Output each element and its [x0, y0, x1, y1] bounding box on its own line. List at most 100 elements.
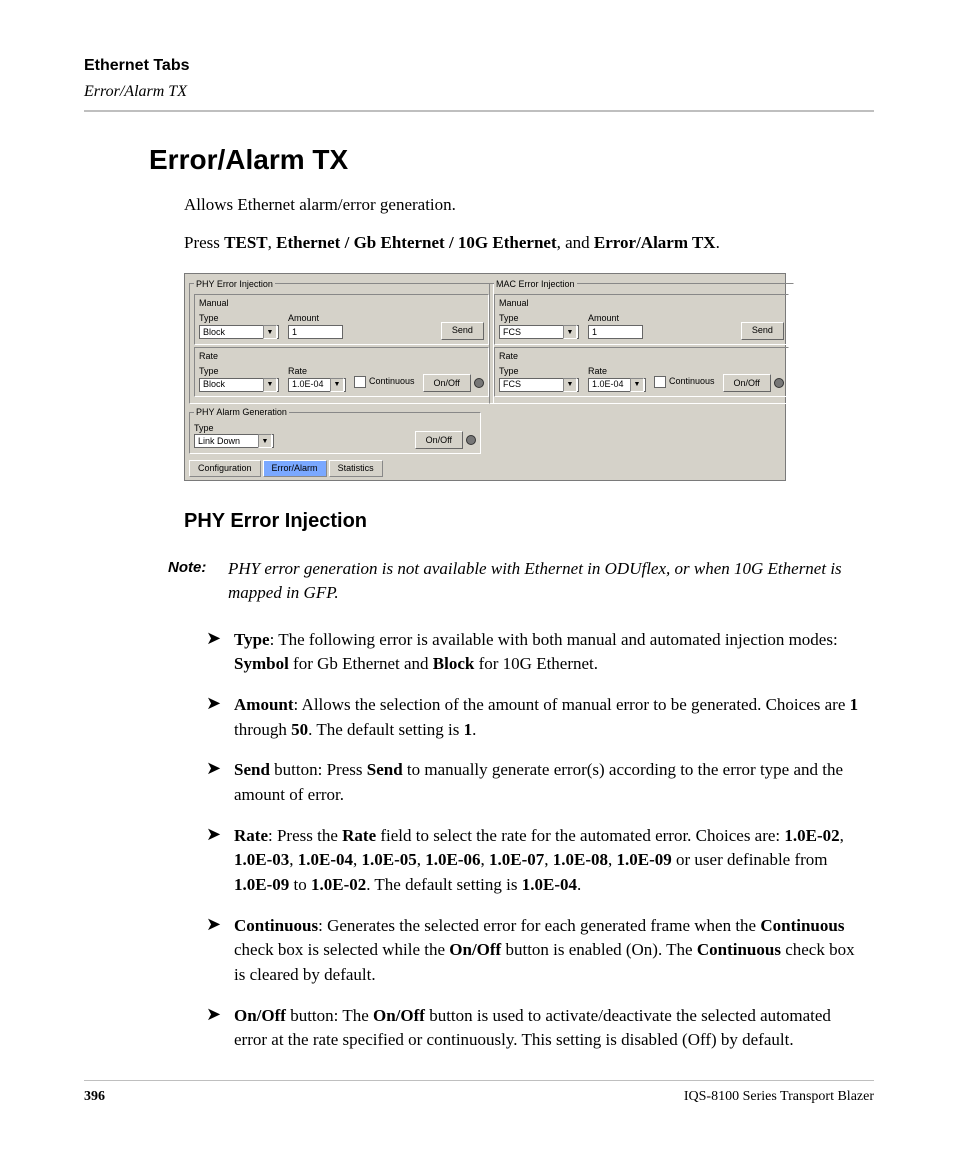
kw: Symbol: [234, 654, 289, 673]
kw: 1.0E-05: [362, 850, 417, 869]
mac-rate-type-select[interactable]: FCS ▼: [499, 378, 579, 392]
kw: 1.0E-09: [234, 875, 289, 894]
mac-error-injection-legend: MAC Error Injection: [494, 278, 577, 291]
ui-screenshot-panel: PHY Error Injection Manual Type Block ▼: [184, 273, 786, 481]
txt: button: The: [286, 1006, 373, 1025]
txt: ,: [544, 850, 553, 869]
mac-manual-send-button[interactable]: Send: [741, 322, 784, 340]
kw: Continuous: [760, 916, 844, 935]
txt: ,: [417, 850, 426, 869]
phy-rate-rate-select[interactable]: 1.0E-04 ▼: [288, 378, 346, 392]
txt: : The following error is available with …: [270, 630, 838, 649]
mac-rate-continuous-checkbox[interactable]: Continuous: [654, 375, 715, 388]
txt: button: Press: [270, 760, 367, 779]
txt: or user definable from: [672, 850, 828, 869]
page-footer: 396 IQS-8100 Series Transport Blazer: [84, 1080, 874, 1107]
intro-text: Allows Ethernet alarm/error generation.: [184, 193, 874, 217]
status-led-icon: [474, 378, 484, 388]
header-subtitle: Error/Alarm TX: [84, 81, 874, 103]
phy-alarm-type-value: Link Down: [198, 435, 240, 448]
phy-alarm-type-select[interactable]: Link Down ▼: [194, 434, 274, 448]
nav-step-1: TEST: [224, 233, 267, 252]
txt: ,: [481, 850, 490, 869]
mac-rate-legend: Rate: [499, 350, 784, 363]
bullet-rate: ➤ Rate: Press the Rate field to select t…: [206, 824, 864, 898]
kw: 1.0E-02: [784, 826, 839, 845]
checkbox-box-icon: [354, 376, 366, 388]
txt: to: [289, 875, 311, 894]
note-label: Note:: [168, 557, 228, 606]
txt: ,: [353, 850, 362, 869]
chevron-down-icon: ▼: [263, 378, 277, 392]
mac-manual-amount-input[interactable]: 1: [588, 325, 643, 339]
note-block: Note: PHY error generation is not availa…: [168, 557, 874, 606]
phy-manual-send-button[interactable]: Send: [441, 322, 484, 340]
kw: On/Off: [373, 1006, 425, 1025]
mac-rate-type-label: Type: [499, 365, 584, 378]
phy-manual-type-select[interactable]: Block ▼: [199, 325, 279, 339]
txt: for 10G Ethernet.: [474, 654, 598, 673]
chevron-down-icon: ▼: [330, 378, 344, 392]
kw: Continuous: [697, 940, 781, 959]
mac-column: MAC Error Injection Manual Type FCS ▼: [485, 274, 785, 460]
nav-suffix: .: [716, 233, 720, 252]
kw: 1.0E-03: [234, 850, 289, 869]
phy-rate-onoff-button[interactable]: On/Off: [423, 374, 471, 392]
phy-manual-amount-label: Amount: [288, 312, 353, 325]
phy-rate-continuous-checkbox[interactable]: Continuous: [354, 375, 415, 388]
kw: On/Off: [234, 1006, 286, 1025]
phy-alarm-onoff-button[interactable]: On/Off: [415, 431, 463, 449]
kw: Rate: [234, 826, 268, 845]
kw: 1.0E-08: [553, 850, 608, 869]
kw: Send: [234, 760, 270, 779]
phy-rate-rate-value: 1.0E-04: [292, 378, 324, 391]
chevron-down-icon: ▼: [630, 378, 644, 392]
kw: Rate: [342, 826, 376, 845]
kw: On/Off: [449, 940, 501, 959]
bullet-arrow-icon: ➤: [206, 914, 234, 988]
kw: Continuous: [234, 916, 318, 935]
mac-manual-type-value: FCS: [503, 326, 521, 339]
chevron-down-icon: ▼: [563, 325, 577, 339]
nav-step-2: Ethernet / Gb Ehternet / 10G Ethernet: [276, 233, 556, 252]
txt: : Generates the selected error for each …: [318, 916, 760, 935]
phy-rate-type-select[interactable]: Block ▼: [199, 378, 279, 392]
txt: ,: [289, 850, 298, 869]
mac-manual-amount-label: Amount: [588, 312, 653, 325]
mac-rate-group: Rate Type FCS ▼ Rate: [494, 347, 789, 398]
phy-rate-type-value: Block: [203, 378, 225, 391]
chevron-down-icon: ▼: [563, 378, 577, 392]
phy-rate-type-label: Type: [199, 365, 284, 378]
phy-alarm-generation-group: PHY Alarm Generation Type Link Down ▼ On…: [189, 406, 481, 454]
running-header: Ethernet Tabs Error/Alarm TX: [84, 55, 874, 112]
kw: Block: [433, 654, 475, 673]
tab-statistics[interactable]: Statistics: [329, 460, 383, 477]
phy-manual-legend: Manual: [199, 297, 484, 310]
mac-rate-type-value: FCS: [503, 378, 521, 391]
kw: Amount: [234, 695, 294, 714]
bullet-arrow-icon: ➤: [206, 693, 234, 742]
product-name: IQS-8100 Series Transport Blazer: [684, 1087, 874, 1107]
mac-rate-onoff-button[interactable]: On/Off: [723, 374, 771, 392]
phy-column: PHY Error Injection Manual Type Block ▼: [185, 274, 485, 460]
phy-alarm-generation-legend: PHY Alarm Generation: [194, 406, 289, 419]
bullet-arrow-icon: ➤: [206, 758, 234, 807]
mac-manual-group: Manual Type FCS ▼ Amount: [494, 294, 789, 345]
phy-rate-continuous-label: Continuous: [369, 375, 415, 388]
mac-manual-type-select[interactable]: FCS ▼: [499, 325, 579, 339]
bullet-continuous: ➤ Continuous: Generates the selected err…: [206, 914, 864, 988]
phy-alarm-type-label: Type: [194, 422, 279, 435]
chevron-down-icon: ▼: [258, 434, 272, 448]
txt: . The default setting is: [308, 720, 464, 739]
tab-error-alarm[interactable]: Error/Alarm: [263, 460, 327, 477]
txt: through: [234, 720, 291, 739]
nav-sep-1: ,: [268, 233, 277, 252]
txt: for Gb Ethernet and: [289, 654, 433, 673]
mac-rate-rate-select[interactable]: 1.0E-04 ▼: [588, 378, 646, 392]
navigation-path: Press TEST, Ethernet / Gb Ehternet / 10G…: [184, 231, 874, 255]
phy-manual-amount-input[interactable]: 1: [288, 325, 343, 339]
kw: Type: [234, 630, 270, 649]
txt: ,: [608, 850, 617, 869]
tab-configuration[interactable]: Configuration: [189, 460, 261, 477]
txt: check box is selected while the: [234, 940, 449, 959]
